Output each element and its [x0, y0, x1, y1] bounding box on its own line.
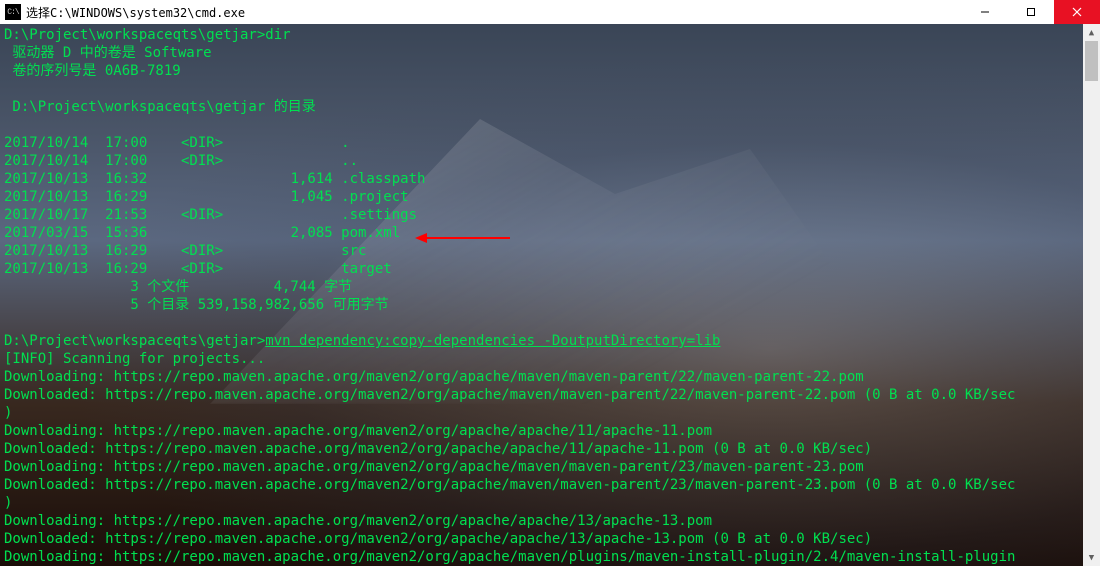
titlebar[interactable]: C:\ 选择C:\WINDOWS\system32\cmd.exe — [0, 0, 1100, 24]
window-title: 选择C:\WINDOWS\system32\cmd.exe — [26, 4, 245, 21]
cmd-icon: C:\ — [5, 4, 21, 20]
scroll-up-button[interactable]: ▲ — [1083, 24, 1100, 41]
close-button[interactable] — [1054, 0, 1100, 24]
scroll-down-button[interactable]: ▼ — [1083, 549, 1100, 566]
minimize-button[interactable] — [962, 0, 1008, 24]
console-area[interactable]: D:\Project\workspaceqts\getjar>dir 驱动器 D… — [0, 24, 1100, 566]
vertical-scrollbar[interactable]: ▲ ▼ — [1083, 24, 1100, 566]
scroll-thumb[interactable] — [1085, 41, 1098, 81]
maximize-button[interactable] — [1008, 0, 1054, 24]
console-output: D:\Project\workspaceqts\getjar>dir 驱动器 D… — [0, 24, 1100, 566]
